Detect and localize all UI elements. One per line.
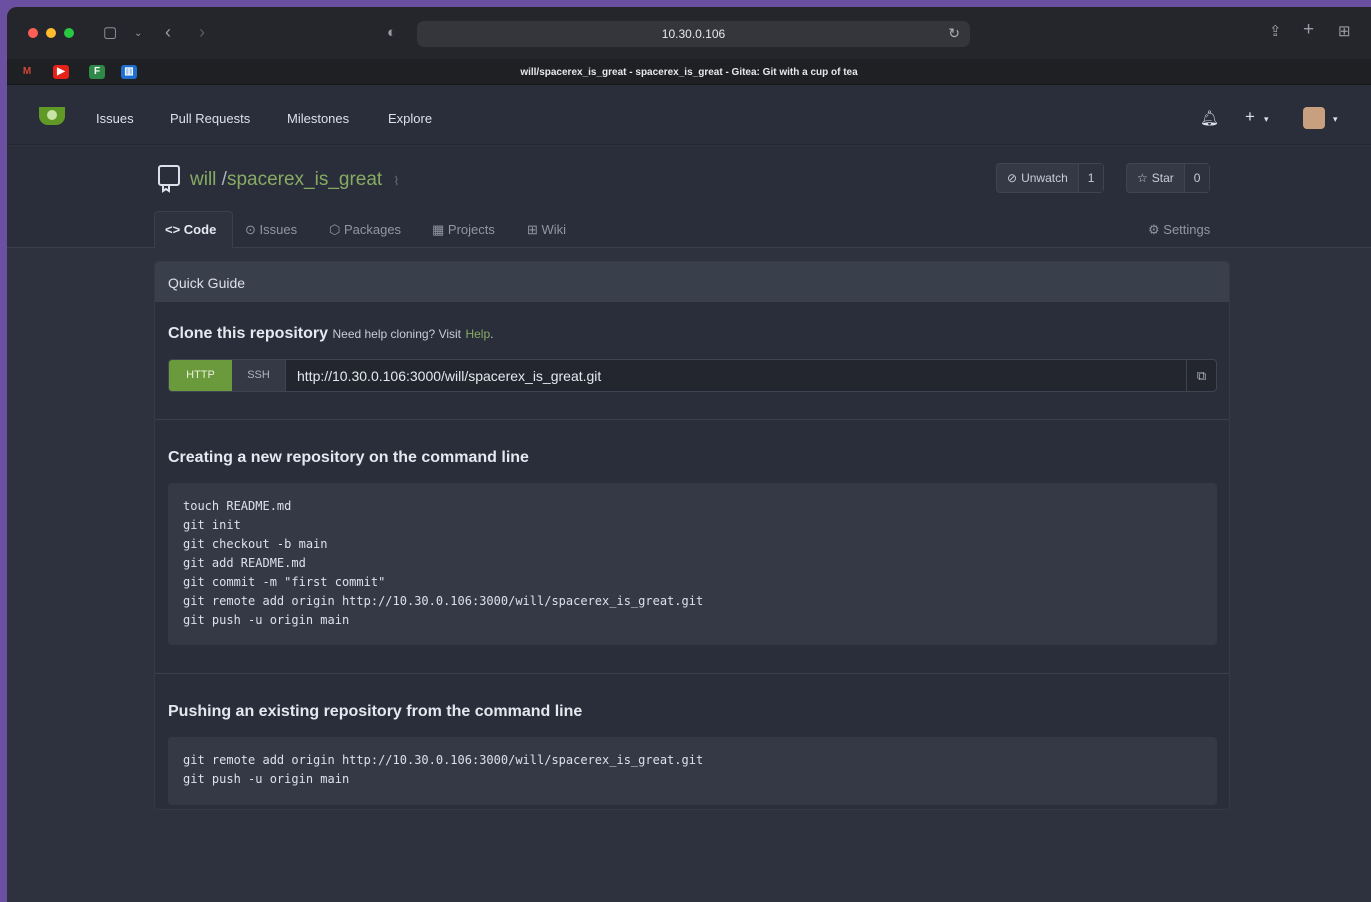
- tools-icon: ⚙: [1148, 222, 1164, 237]
- quick-guide-title: Quick Guide: [168, 275, 246, 291]
- tab-issues[interactable]: ⊙ Issues: [245, 222, 297, 238]
- new-tab-icon[interactable]: +: [1303, 20, 1314, 39]
- new-repo-code-block: touch README.md git init git checkout -b…: [168, 483, 1217, 645]
- quick-guide-panel: Quick Guide Clone this repository Need h…: [154, 261, 1230, 810]
- back-icon[interactable]: ‹: [165, 23, 171, 41]
- code-icon: <>: [165, 222, 184, 237]
- tab-wiki[interactable]: ⊞ Wiki: [527, 222, 566, 238]
- tab-packages[interactable]: ⬡ Packages: [329, 222, 401, 238]
- divider: [155, 673, 1229, 674]
- browser-toolbar: ▢ ⌄ ‹ › ◐ 10.30.0.106 ↻ ⇪ + ⊞: [7, 7, 1371, 59]
- star-icon: ☆: [1137, 171, 1148, 185]
- reload-icon[interactable]: ↻: [948, 25, 960, 42]
- chevron-down-icon[interactable]: ⌄: [134, 26, 142, 42]
- divider: [155, 419, 1229, 420]
- watch-count[interactable]: 1: [1077, 164, 1104, 192]
- star-count[interactable]: 0: [1183, 164, 1210, 192]
- chevron-down-icon[interactable]: ▾: [1264, 114, 1269, 125]
- project-board-icon: ▦: [432, 222, 448, 237]
- unwatch-button[interactable]: ⊘ Unwatch: [997, 164, 1078, 192]
- clone-section-title: Clone this repository Need help cloning?…: [168, 325, 494, 342]
- quick-guide-header: Quick Guide: [155, 262, 1229, 302]
- gitea-navbar: Issues Pull Requests Milestones Explore …: [7, 85, 1371, 145]
- ssh-clone-button[interactable]: SSH: [232, 360, 286, 391]
- tab-code[interactable]: <> Code: [165, 222, 216, 237]
- clone-url-input[interactable]: http://10.30.0.106:3000/will/spacerex_is…: [297, 368, 601, 384]
- book-icon: ⊞: [527, 222, 542, 237]
- nav-issues[interactable]: Issues: [96, 111, 134, 126]
- push-code-block: git remote add origin http://10.30.0.106…: [168, 737, 1217, 805]
- repo-icon: [158, 165, 180, 193]
- repo-name-link[interactable]: spacerex_is_great: [227, 169, 382, 190]
- star-button-group[interactable]: ☆ Star 0: [1126, 163, 1211, 193]
- share-icon[interactable]: ⇪: [1269, 24, 1282, 40]
- minimize-window-button[interactable]: [46, 28, 56, 38]
- notification-bell-icon[interactable]: 🔔︎: [1200, 109, 1219, 127]
- package-icon: ⬡: [329, 222, 344, 237]
- browser-window: ▢ ⌄ ‹ › ◐ 10.30.0.106 ↻ ⇪ + ⊞ M ▶ F ▥ will/…: [7, 7, 1371, 902]
- push-section-title: Pushing an existing repository from the …: [168, 703, 583, 720]
- zoom-window-button[interactable]: [64, 28, 74, 38]
- nav-milestones[interactable]: Milestones: [287, 111, 349, 126]
- issue-circle-icon: ⊙: [245, 222, 260, 237]
- clone-help-text: Need help cloning? Visit: [332, 327, 462, 341]
- eye-slash-icon: ⊘: [1007, 171, 1018, 185]
- unwatch-button-group[interactable]: ⊘ Unwatch 1: [996, 163, 1105, 193]
- active-tab-title[interactable]: will/spacerex_is_great - spacerex_is_gre…: [7, 67, 1371, 78]
- new-repo-section-title: Creating a new repository on the command…: [168, 449, 529, 466]
- sidebar-toggle-icon[interactable]: ▢: [103, 25, 117, 41]
- repo-header: will /spacerex_is_great ⌇ ⊘ Unwatch 1 ☆ St…: [7, 146, 1371, 248]
- copy-icon[interactable]: ⧉: [1186, 360, 1216, 391]
- chevron-down-icon[interactable]: ▾: [1333, 114, 1338, 125]
- tab-strip: M ▶ F ▥ will/spacerex_is_great - spacerex_i…: [7, 59, 1371, 85]
- nav-pull-requests[interactable]: Pull Requests: [170, 111, 250, 126]
- tab-projects[interactable]: ▦ Projects: [432, 222, 495, 238]
- http-clone-button[interactable]: HTTP: [169, 360, 232, 391]
- repo-title: will /spacerex_is_great ⌇: [190, 169, 399, 191]
- forward-icon[interactable]: ›: [199, 23, 205, 41]
- close-window-button[interactable]: [28, 28, 38, 38]
- privacy-shield-icon[interactable]: ◐: [387, 25, 396, 41]
- user-avatar[interactable]: [1303, 107, 1325, 129]
- clone-url-box: HTTP SSH http://10.30.0.106:3000/will/sp…: [168, 359, 1217, 392]
- gitea-logo-icon[interactable]: [39, 107, 65, 125]
- repo-owner-link[interactable]: will: [190, 169, 216, 190]
- address-text: 10.30.0.106: [661, 27, 726, 41]
- clone-help-link[interactable]: Help: [465, 327, 490, 341]
- nav-explore[interactable]: Explore: [388, 111, 432, 126]
- create-new-icon[interactable]: +: [1245, 107, 1255, 127]
- star-button[interactable]: ☆ Star: [1127, 164, 1184, 192]
- tab-settings[interactable]: ⚙ Settings: [1148, 222, 1210, 238]
- address-bar[interactable]: 10.30.0.106 ↻: [417, 21, 970, 47]
- tab-overview-icon[interactable]: ⊞: [1338, 24, 1351, 40]
- rss-feed-icon[interactable]: ⌇: [394, 174, 400, 188]
